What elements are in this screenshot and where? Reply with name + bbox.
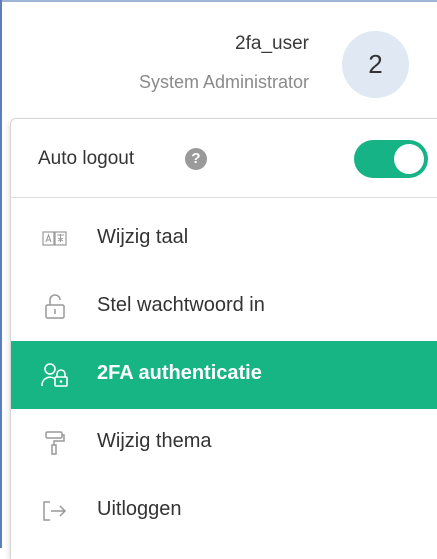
auto-logout-row: Auto logout ? [11,119,437,198]
language-icon [41,225,69,253]
menu-item-logout[interactable]: Uitloggen [11,477,437,545]
avatar[interactable]: 2 [342,31,409,98]
user-role: System Administrator [138,72,309,92]
menu-item-label: Stel wachtwoord in [97,294,265,316]
menu-item-label: 2FA authenticatie [97,362,262,384]
toggle-knob [394,144,424,174]
paint-roller-icon [41,429,69,457]
user-name: 2fa_user [235,33,309,54]
user-header[interactable]: 2fa_user System Administrator 2 [2,2,437,114]
menu-item-label: Wijzig taal [97,226,189,248]
menu-item-change-language[interactable]: Wijzig taal [11,205,437,273]
logout-icon [41,497,69,525]
auto-logout-toggle[interactable] [354,140,428,178]
menu-item-change-theme[interactable]: Wijzig thema [11,409,437,477]
unlock-icon [41,293,69,321]
user-lock-icon [41,361,69,389]
question-circle-icon[interactable]: ? [185,148,207,170]
menu-item-set-password[interactable]: Stel wachtwoord in [11,273,437,341]
menu-item-2fa-authentication[interactable]: 2FA authenticatie [11,341,437,409]
menu-item-label: Uitloggen [97,498,182,520]
auto-logout-label: Auto logout [38,148,135,169]
menu-item-label: Wijzig thema [97,430,212,452]
user-dropdown-menu: Auto logout ? Wijzig taal Stel wachtwoor… [10,118,437,559]
